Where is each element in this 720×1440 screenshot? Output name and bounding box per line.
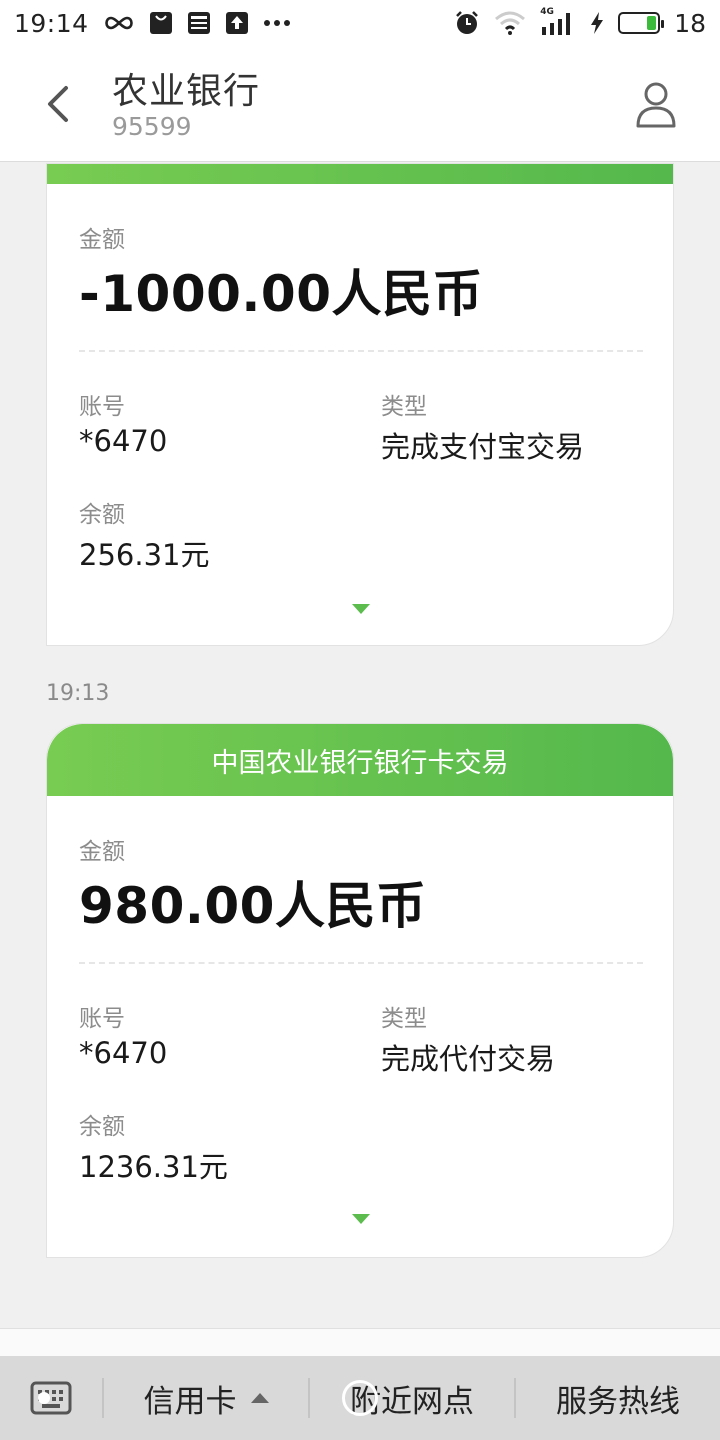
menu-nearby-branches[interactable]: 附近网点 xyxy=(310,1356,514,1440)
battery-level: 18 xyxy=(674,8,706,38)
page-title: 农业银行 xyxy=(112,71,261,112)
keyboard-toggle-button[interactable] xyxy=(0,1356,102,1440)
account-value: *6470 xyxy=(79,424,168,458)
divider xyxy=(79,350,643,352)
news-icon xyxy=(187,11,211,35)
menu-credit-card[interactable]: 信用卡 xyxy=(104,1356,308,1440)
home-gesture-circle-icon[interactable] xyxy=(342,1380,378,1416)
nav-dot-icon xyxy=(38,1392,50,1404)
amount-value: 980.00人民币 xyxy=(79,877,427,935)
person-icon xyxy=(636,82,676,128)
type-value: 完成代付交易 xyxy=(381,1042,556,1076)
conversation-header: 农业银行 95599 xyxy=(0,46,720,162)
message-timestamp: 19:13 xyxy=(46,681,110,706)
amount-label: 金额 xyxy=(79,839,125,865)
account-label: 账号 xyxy=(79,1006,125,1032)
infinity-icon xyxy=(103,14,135,32)
upload-icon xyxy=(225,11,249,35)
type-value: 完成支付宝交易 xyxy=(381,430,585,464)
bottom-divider-strip xyxy=(0,1328,720,1356)
card-header: 中国农业银行银行卡交易 xyxy=(47,724,673,796)
balance-value: 1236.31元 xyxy=(79,1150,228,1184)
type-label: 类型 xyxy=(381,1006,427,1032)
network-type-label: 4G xyxy=(540,7,554,17)
sender-number: 95599 xyxy=(112,112,192,141)
chevron-left-icon xyxy=(48,86,68,122)
menu-credit-card-label: 信用卡 xyxy=(143,1383,237,1420)
expand-arrow-icon[interactable] xyxy=(352,1214,370,1224)
divider xyxy=(79,962,643,964)
transaction-card: 中国农业银行银行卡交易 金额 980.00人民币 账号 *6470 类型 完成代… xyxy=(46,723,674,1258)
menu-service-hotline-label: 服务热线 xyxy=(556,1383,680,1420)
cellular-signal-icon: 4G xyxy=(540,7,576,35)
message-list[interactable]: 金额 -1000.00人民币 账号 *6470 类型 完成支付宝交易 余额 25… xyxy=(0,163,720,1328)
menu-service-hotline[interactable]: 服务热线 xyxy=(516,1356,720,1440)
transaction-card: 金额 -1000.00人民币 账号 *6470 类型 完成支付宝交易 余额 25… xyxy=(46,163,674,646)
back-button[interactable] xyxy=(40,82,76,126)
triangle-up-icon xyxy=(250,1393,269,1403)
balance-value: 256.31元 xyxy=(79,538,210,572)
amount-value: -1000.00人民币 xyxy=(79,265,483,323)
contact-profile-button[interactable] xyxy=(634,80,678,130)
charging-bolt-icon xyxy=(590,12,604,34)
balance-label: 余额 xyxy=(79,502,125,528)
status-bar: 19:14 4G 18 xyxy=(0,0,720,46)
expand-arrow-icon[interactable] xyxy=(352,604,370,614)
account-label: 账号 xyxy=(79,394,125,420)
account-value: *6470 xyxy=(79,1036,168,1070)
alarm-icon xyxy=(454,10,480,36)
type-label: 类型 xyxy=(381,394,427,420)
wifi-icon xyxy=(494,11,526,35)
more-icon xyxy=(263,19,291,27)
keyboard-icon xyxy=(30,1381,72,1415)
amount-label: 金额 xyxy=(79,227,125,253)
battery-icon xyxy=(618,12,665,34)
shopping-bag-icon xyxy=(149,11,173,35)
card-header xyxy=(47,164,673,184)
balance-label: 余额 xyxy=(79,1114,125,1140)
status-time: 19:14 xyxy=(14,8,89,38)
